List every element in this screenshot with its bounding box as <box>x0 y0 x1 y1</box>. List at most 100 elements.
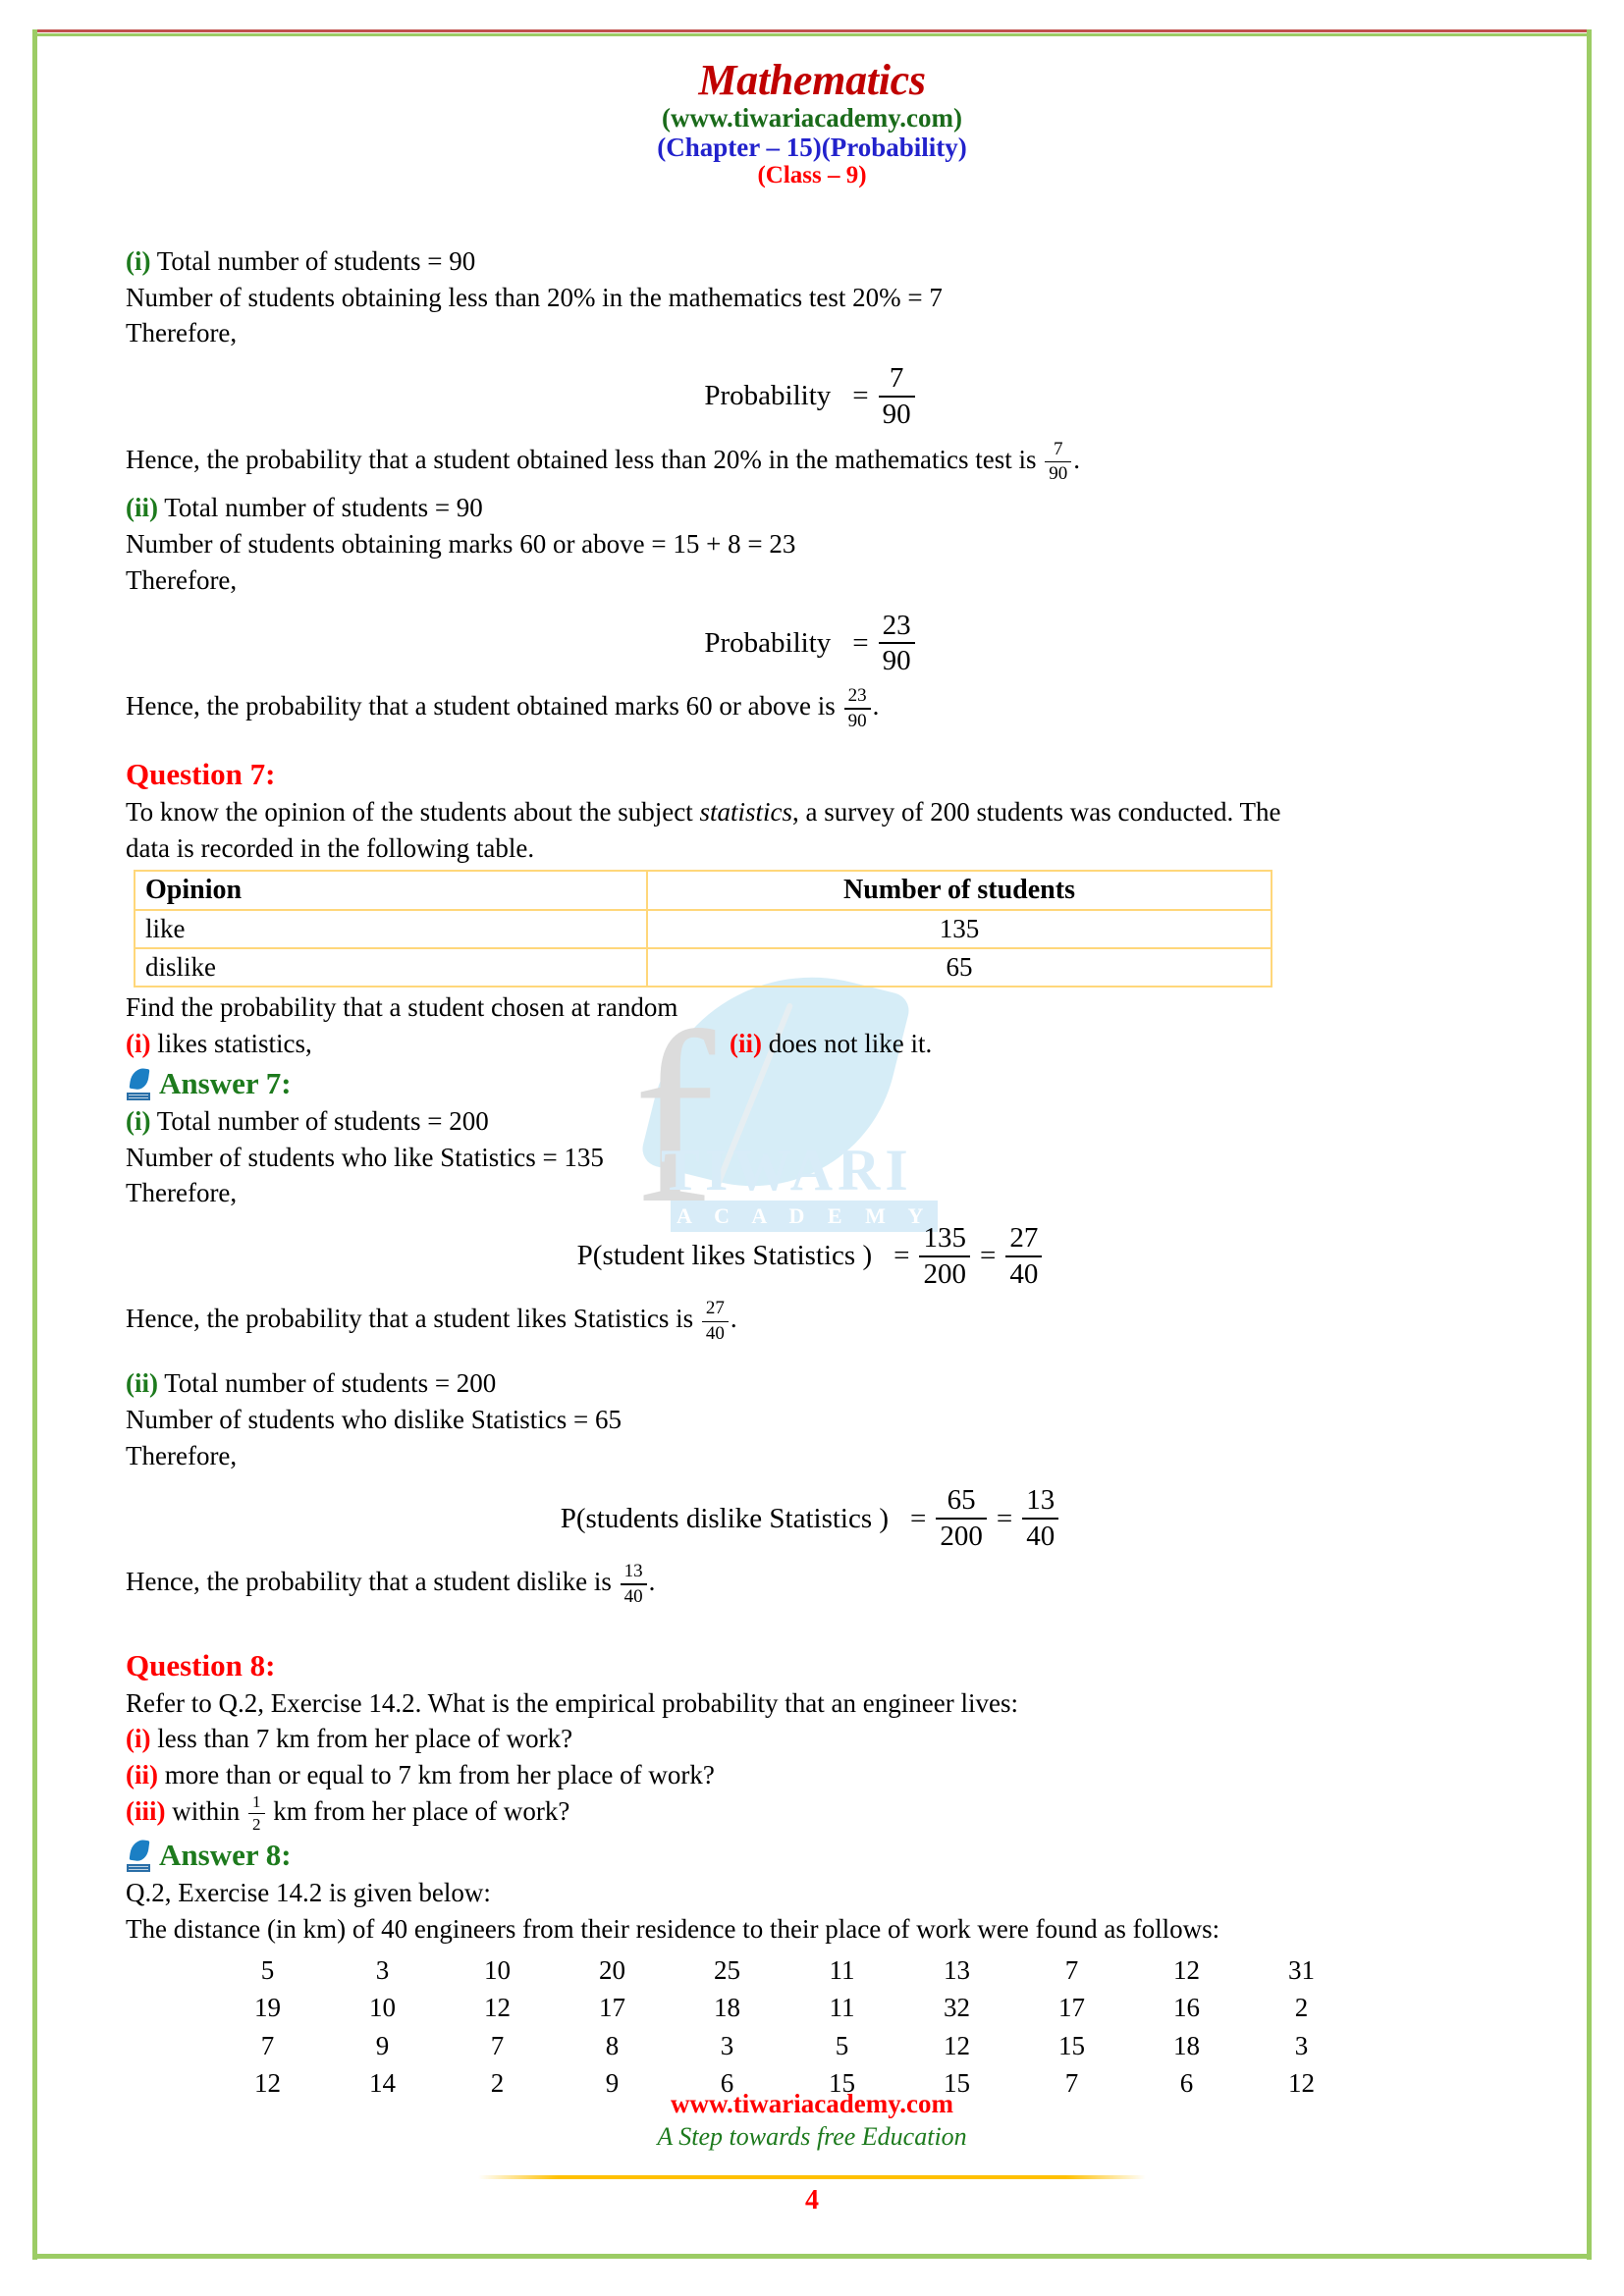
page-title: Mathematics <box>698 56 926 104</box>
answer7-i-eq-sign: = <box>893 1240 910 1272</box>
answer7-ii-inline-fraction: 13 40 <box>620 1561 647 1607</box>
footer-tagline: A Step towards free Education <box>657 2122 967 2152</box>
data-cell: 11 <box>829 1954 855 1985</box>
table-row: like 135 <box>134 909 1272 950</box>
page-bottom-rule <box>32 2254 1592 2259</box>
answer7-i-line2: Number of students who like Statistics =… <box>126 1142 604 1172</box>
data-cell: 17 <box>1058 1993 1085 2023</box>
answer7-i-fraction-1: 135 200 <box>919 1223 970 1289</box>
question-8-option-ii: (ii) more than or equal to 7 km from her… <box>126 1757 1495 1793</box>
answer6-i-conclusion: Hence, the probability that a student ob… <box>126 439 1495 485</box>
q7-subject-italic: statistics <box>699 796 793 827</box>
data-cell: 5 <box>835 2030 849 2060</box>
answer7-ii-eq-sign: = <box>910 1502 927 1534</box>
header-website: (www.tiwariacademy.com) <box>662 102 962 133</box>
data-cell: 10 <box>369 1993 396 2023</box>
roman-numeral-i: (i) <box>126 1724 151 1754</box>
data-cell: 3 <box>720 2030 734 2060</box>
fraction-bar <box>1022 1518 1059 1521</box>
data-cell: 3 <box>375 1954 390 1985</box>
question-7-option-ii: (ii) does not like it. <box>730 1026 932 1062</box>
question-8-option-i: (i) less than 7 km from her place of wor… <box>126 1721 1495 1757</box>
answer6-i-line1: (i) Total number of students = 90 <box>126 243 1495 280</box>
answer6-i-fraction: 7 90 <box>878 362 915 429</box>
answer-7-heading-row: Answer 7: <box>126 1066 1495 1101</box>
data-cell: 18 <box>714 1993 740 2023</box>
question-7-body-line1: To know the opinion of the students abou… <box>126 794 1495 830</box>
fraction-bar <box>620 1583 647 1585</box>
leaf-feather-icon <box>126 1839 151 1873</box>
answer7-ii-line1: (ii) Total number of students = 200 <box>126 1365 1495 1402</box>
answer8-line1: Q.2, Exercise 14.2 is given below: <box>126 1878 491 1908</box>
question-8-heading: Question 8: <box>126 1647 276 1682</box>
leaf-feather-icon <box>126 1066 151 1101</box>
header-chapter: (Chapter – 15)(Probability) <box>657 133 967 163</box>
fraction-bar <box>878 642 915 645</box>
footer-divider <box>478 2175 1146 2180</box>
data-cell: 20 <box>599 1954 625 1985</box>
data-cell: 8 <box>605 2030 620 2060</box>
answer6-i-inline-fraction: 7 90 <box>1045 439 1072 485</box>
data-cell: 31 <box>1288 1954 1315 1985</box>
page-number: 4 <box>805 2185 819 2216</box>
answer6-ii-conclusion-text: Hence, the probability that a student ob… <box>126 691 842 721</box>
data-cell: 7 <box>490 2030 505 2060</box>
fraction-denominator: 90 <box>847 710 867 731</box>
answer6-ii-eq-label: Probability <box>704 626 832 659</box>
roman-numeral-iii: (iii) <box>126 1795 166 1826</box>
q8-option-ii-text: more than or equal to 7 km from her plac… <box>158 1760 715 1790</box>
answer6-ii-fraction: 23 90 <box>878 609 915 677</box>
answer7-ii-fraction-2: 13 40 <box>1022 1484 1059 1551</box>
data-cell: 19 <box>254 1993 281 2023</box>
answer6-ii-conclusion: Hence, the probability that a student ob… <box>126 685 1495 731</box>
q8-option-iii-post: km from her place of work? <box>266 1795 570 1826</box>
data-row: 19 10 12 17 18 11 32 17 16 2 <box>210 1989 1359 2026</box>
question-7-options: (i) likes statistics, (ii) does not like… <box>126 1026 1495 1062</box>
fraction-numerator: 23 <box>882 609 911 641</box>
table-cell-count-dislike: 65 <box>646 947 1272 988</box>
answer7-ii-line2: Number of students who dislike Statistic… <box>126 1405 622 1434</box>
data-cell: 25 <box>714 1954 740 1985</box>
fraction-numerator: 27 <box>1009 1221 1039 1254</box>
data-cell: 12 <box>944 2030 970 2060</box>
data-cell: 32 <box>944 1993 970 2023</box>
answer7-i-eq-label: P(student likes Statistics ) <box>576 1240 873 1272</box>
table-row: dislike 65 <box>134 947 1272 988</box>
answer7-ii-line3: Therefore, <box>126 1440 238 1470</box>
fraction-bar <box>1045 460 1072 463</box>
q8-option-iii-pre: within <box>165 1795 247 1826</box>
fraction-numerator: 7 <box>889 362 904 395</box>
fraction-denominator: 90 <box>882 645 911 677</box>
fraction-numerator: 13 <box>1026 1484 1056 1517</box>
table-header-opinion: Opinion <box>134 870 648 912</box>
answer7-i-inline-fraction: 27 40 <box>701 1299 729 1344</box>
answer7-i-conclusion: Hence, the probability that a student li… <box>126 1299 1495 1344</box>
data-row: 5 3 10 20 25 11 13 7 12 31 <box>210 1951 1359 1989</box>
answer7-i-equation: P(student likes Statistics ) = 135 200 =… <box>126 1223 1495 1289</box>
answer7-ii-equation: P(students dislike Statistics ) = 65 200… <box>126 1485 1495 1551</box>
document-footer: www.tiwariacademy.com A Step towards fre… <box>32 2089 1592 2216</box>
answer6-ii-inline-fraction: 23 90 <box>843 685 871 731</box>
question-7-option-i: (i) likes statistics, <box>126 1026 730 1062</box>
data-cell: 10 <box>484 1954 511 1985</box>
answer7-i-line3: Therefore, <box>126 1178 238 1208</box>
fraction-bar <box>878 395 915 398</box>
answer7-ii-eq-sign-2: = <box>996 1502 1013 1534</box>
answer6-ii-equation: Probability = 23 90 <box>126 609 1495 677</box>
footer-website-link[interactable]: www.tiwariacademy.com <box>32 2089 1592 2119</box>
roman-numeral-ii: (ii) <box>730 1029 762 1059</box>
fraction-bar <box>843 708 871 710</box>
answer6-ii-line2: Number of students obtaining marks 60 or… <box>126 529 796 560</box>
answer7-ii-total-students: Total number of students = 200 <box>158 1368 497 1399</box>
answer6-i-eq-label: Probability <box>704 380 832 412</box>
q7-text-b: , a survey of 200 students was conducted… <box>792 796 1281 827</box>
answer7-i-fraction-2: 27 40 <box>1005 1221 1043 1290</box>
answer6-i-equation: Probability = 7 90 <box>126 363 1495 429</box>
document-header: Mathematics (www.tiwariacademy.com) (Cha… <box>32 56 1592 189</box>
roman-numeral-i: (i) <box>126 1105 151 1136</box>
data-cell: 11 <box>829 1993 855 2023</box>
fraction-denominator: 40 <box>1009 1257 1039 1290</box>
data-cell: 12 <box>1173 1954 1200 1985</box>
answer6-ii-conclusion-period: . <box>872 691 880 721</box>
header-class: (Class – 9) <box>757 162 867 189</box>
